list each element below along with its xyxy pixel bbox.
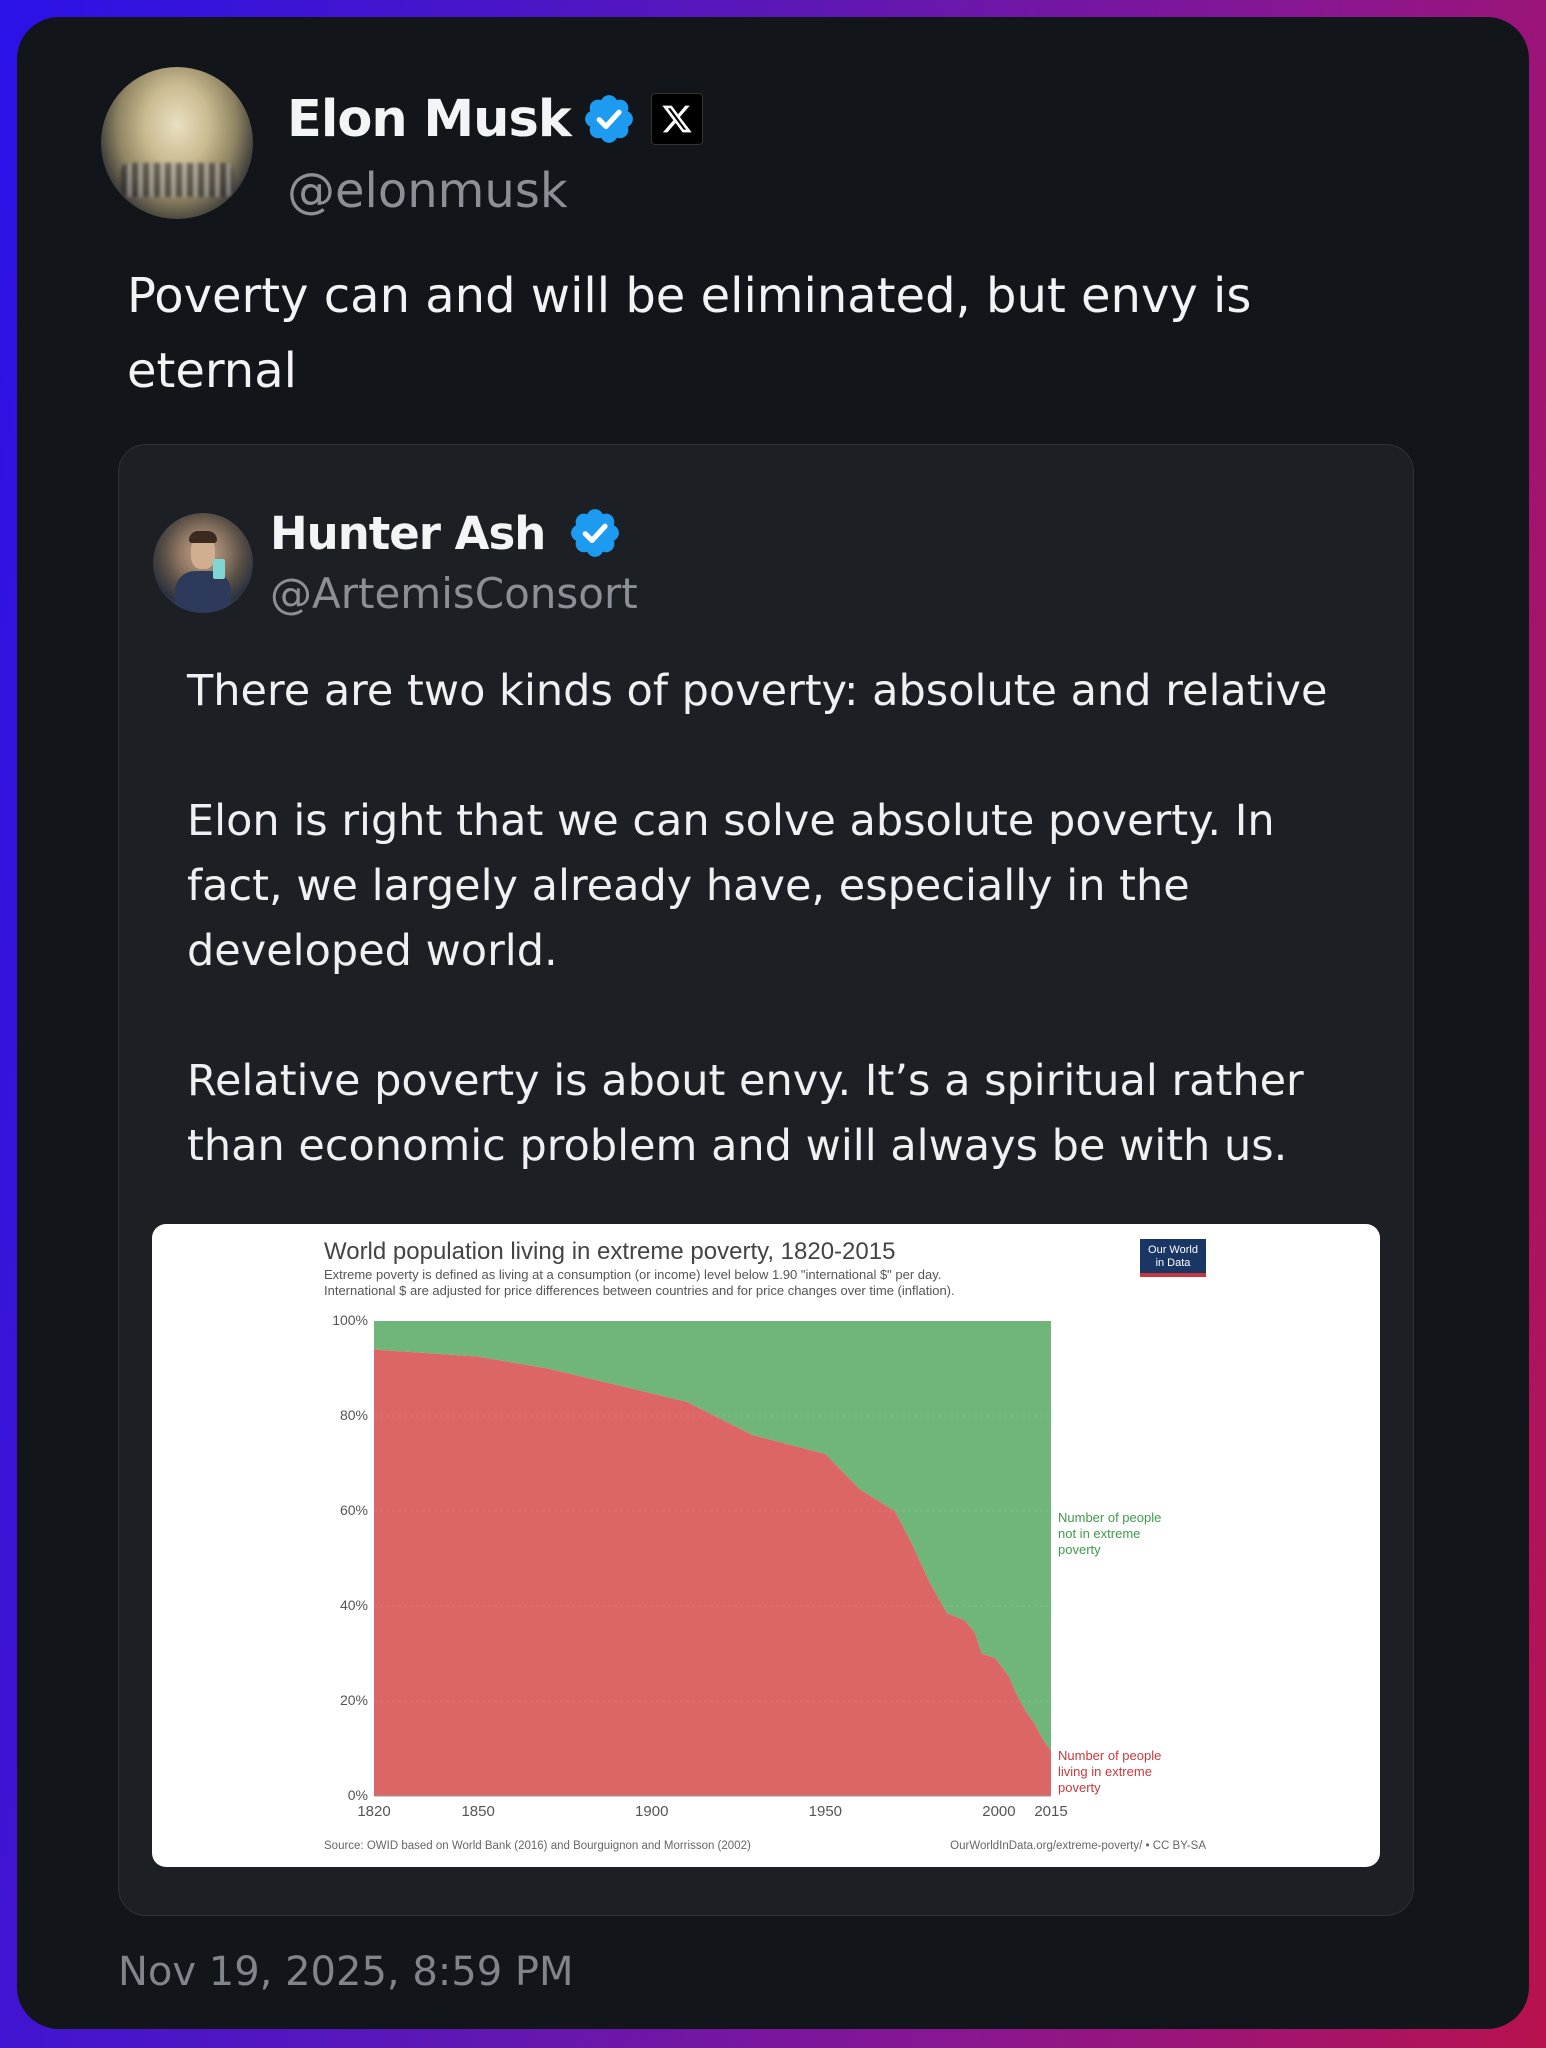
chart-subtitle-line-1: Extreme poverty is defined as living at …	[324, 1267, 941, 1282]
author-row: Elon Musk	[287, 89, 703, 149]
y-tick-label: 40%	[340, 1597, 368, 1613]
avatar[interactable]	[101, 67, 253, 219]
logo-text-line-1: Our World	[1148, 1244, 1198, 1256]
x-tick-label: 1950	[809, 1803, 842, 1820]
series-label-in-poverty: poverty	[1058, 1780, 1101, 1795]
author-name[interactable]: Elon Musk	[287, 90, 572, 149]
x-tick-label: 1850	[461, 1803, 494, 1820]
x-tick-label: 2000	[982, 1803, 1015, 1820]
logo-text-line-2: in Data	[1156, 1257, 1192, 1269]
y-tick-label: 80%	[340, 1407, 368, 1423]
quoted-avatar[interactable]	[153, 513, 253, 613]
chart-license: OurWorldInData.org/extreme-poverty/ • CC…	[950, 1840, 1206, 1852]
series-label-in-poverty: Number of people	[1058, 1748, 1161, 1763]
tweet-text: Poverty can and will be eliminated, but …	[127, 268, 1252, 399]
chart-subtitle-line-2: International $ are adjusted for price d…	[324, 1283, 955, 1298]
quoted-tweet[interactable]: Hunter Ash @ArtemisConsort There are two…	[118, 444, 1414, 1916]
poverty-chart: World population living in extreme pover…	[324, 1238, 1206, 1852]
quoted-author-handle[interactable]: @ArtemisConsort	[270, 569, 638, 618]
quoted-author-row: Hunter Ash	[270, 503, 623, 563]
x-logo-icon	[650, 93, 703, 145]
quoted-author-name[interactable]: Hunter Ash	[270, 507, 546, 560]
series-label-not-in-poverty: poverty	[1058, 1542, 1101, 1557]
x-tick-label: 2015	[1034, 1803, 1067, 1820]
verified-badge-icon	[571, 509, 620, 557]
timestamp[interactable]: Nov 19, 2025, 8:59 PM	[118, 1949, 574, 1995]
series-label-not-in-poverty: not in extreme	[1058, 1526, 1140, 1541]
chart-image[interactable]: World population living in extreme pover…	[152, 1224, 1380, 1867]
chart-source: Source: OWID based on World Bank (2016) …	[324, 1840, 751, 1852]
owid-logo: Our World in Data	[1140, 1239, 1206, 1277]
tweet-card: Elon Musk @elonmusk Poverty can and will…	[17, 17, 1529, 2029]
y-tick-label: 20%	[340, 1692, 368, 1708]
y-tick-label: 0%	[348, 1787, 368, 1803]
x-tick-label: 1820	[357, 1803, 390, 1820]
x-tick-label: 1900	[635, 1803, 668, 1820]
series-label-not-in-poverty: Number of people	[1058, 1510, 1161, 1525]
series-label-in-poverty: living in extreme	[1058, 1764, 1152, 1779]
verified-badge-icon	[584, 95, 633, 143]
y-tick-label: 100%	[332, 1312, 368, 1328]
chart-title: World population living in extreme pover…	[324, 1238, 895, 1265]
quoted-tweet-text: There are two kinds of poverty: absolute…	[187, 666, 1328, 1171]
y-tick-label: 60%	[340, 1502, 368, 1518]
author-handle[interactable]: @elonmusk	[287, 163, 568, 219]
